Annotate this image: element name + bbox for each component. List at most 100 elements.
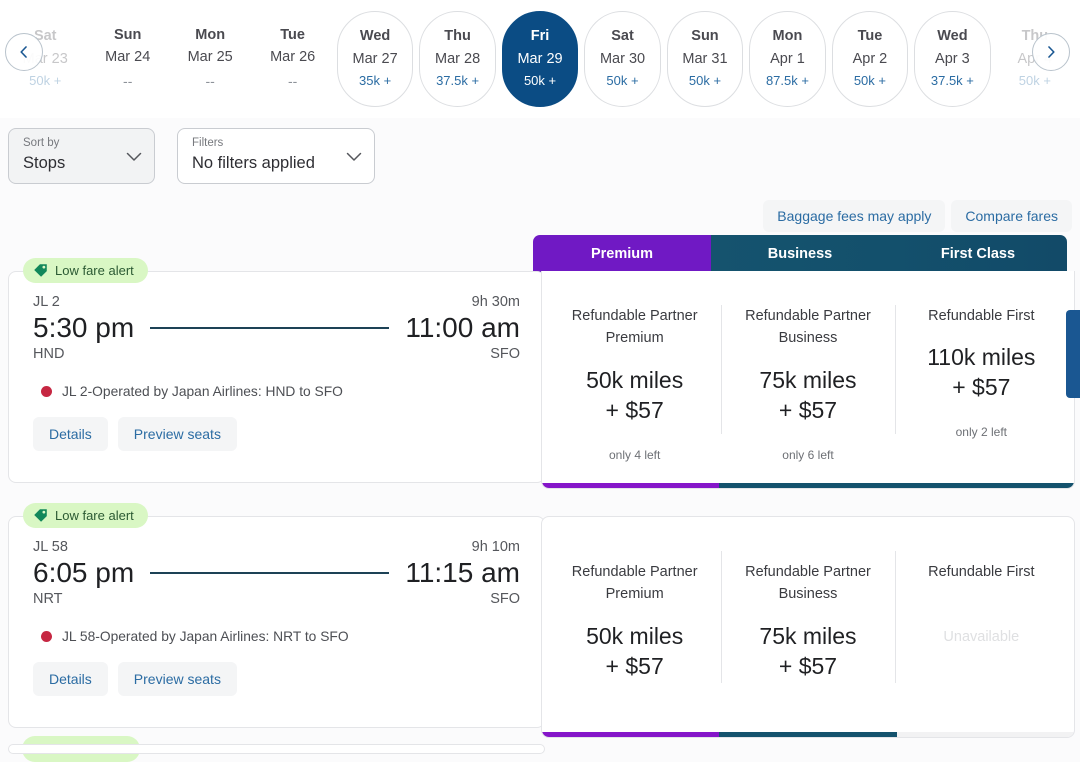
fare-option-business[interactable]: Refundable Partner Business 75k miles + $5… xyxy=(721,517,894,725)
date-strip: Sat Mar 23 50k + Sun Mar 24 -- Mon Mar 25 -- Tue M… xyxy=(0,0,1080,118)
seats-left: only 4 left xyxy=(608,447,661,462)
fare-unavailable-label: Unavailable xyxy=(943,629,1020,646)
operated-by-text: JL 58-Operated by Japan Airlines: NRT to… xyxy=(62,629,349,644)
fare-accent-bar xyxy=(542,483,1074,488)
controls-row: Sort by Stops Filters No filters applied xyxy=(0,118,1080,184)
baggage-fees-link[interactable]: Baggage fees may apply xyxy=(763,200,946,232)
date-pill-price: 37.5k + xyxy=(930,73,974,89)
fare-price: 75k miles + $57 xyxy=(759,366,856,426)
fare-accent-bar-business xyxy=(719,483,897,488)
preview-seats-button[interactable]: Preview seats xyxy=(117,417,237,451)
airline-logo-icon xyxy=(41,386,52,397)
date-pill-mar-29[interactable]: Fri Mar 29 50k + xyxy=(501,11,579,107)
chevron-down-icon xyxy=(126,149,142,167)
fare-name: Refundable Partner Premium xyxy=(571,308,698,347)
fare-name: Refundable Partner Business xyxy=(745,564,871,603)
price-tag-icon xyxy=(34,509,47,522)
fare-accent-bar xyxy=(542,732,1074,737)
date-pill-mar-30[interactable]: Sat Mar 30 50k + xyxy=(584,11,661,107)
preview-seats-button[interactable]: Preview seats xyxy=(117,662,237,696)
compare-fares-link[interactable]: Compare fares xyxy=(951,200,1072,232)
fare-price-line: 75k miles xyxy=(759,366,857,393)
date-pill-date: Mar 28 xyxy=(435,50,481,67)
date-pill-mar-31[interactable]: Sun Mar 31 50k + xyxy=(666,11,744,107)
fare-option-premium[interactable]: Refundable Partner Premium 50k miles + $57… xyxy=(548,271,721,476)
date-pill-apr-3[interactable]: Wed Apr 3 37.5k + xyxy=(914,11,991,107)
sort-by-label: Sort by xyxy=(23,137,60,149)
flight-number: JL 58 xyxy=(33,539,68,555)
date-pill-date: Mar 26 xyxy=(270,49,316,66)
flight-times: 5:30 pm 11:00 am xyxy=(33,312,520,344)
date-pill-mar-24[interactable]: Sun Mar 24 -- xyxy=(89,11,165,107)
flight-duration: 9h 30m xyxy=(471,294,520,310)
filters-value: No filters applied xyxy=(192,153,315,172)
operated-by-text: JL 2-Operated by Japan Airlines: HND to … xyxy=(62,384,343,399)
flight-header-line: JL 2 9h 30m xyxy=(33,294,520,310)
fare-options-row: Refundable Partner Premium 50k miles + $57… xyxy=(542,517,1074,737)
date-pill-price: 50k + xyxy=(606,73,639,89)
fare-price: 50k miles + $57 xyxy=(586,366,683,426)
date-pill-dow: Wed xyxy=(359,28,391,45)
flight-airports: NRT SFO xyxy=(33,591,520,607)
fare-name: Refundable Partner Business xyxy=(745,308,871,347)
date-pill-dow: Fri xyxy=(530,28,550,45)
date-pill-date: Mar 30 xyxy=(599,50,646,67)
feedback-tab[interactable] xyxy=(1066,310,1080,398)
arrive-time: 11:15 am xyxy=(405,557,520,588)
tab-business[interactable]: Business xyxy=(711,235,889,272)
fare-accent-bar-first xyxy=(896,483,1074,488)
chevron-down-icon xyxy=(346,149,362,167)
tab-premium[interactable]: Premium xyxy=(533,235,711,272)
fare-price-line: 50k miles xyxy=(586,366,684,393)
info-links-row: Baggage fees may apply Compare fares xyxy=(0,184,1080,232)
tab-first-class[interactable]: First Class xyxy=(889,235,1067,272)
origin-airport: HND xyxy=(33,346,65,362)
fare-price: 75k miles + $57 xyxy=(759,622,856,682)
sort-by-value: Stops xyxy=(23,153,66,172)
fare-option-premium[interactable]: Refundable Partner Premium 50k miles + $57 xyxy=(548,517,721,725)
date-pill-date: Apr 2 xyxy=(852,50,888,67)
arrive-time: 11:00 am xyxy=(405,312,520,343)
depart-time: 6:05 pm xyxy=(33,557,135,588)
date-pill-apr-1[interactable]: Mon Apr 1 87.5k + xyxy=(749,11,826,107)
date-pill-dow: Sun xyxy=(691,28,719,45)
previous-dates-button[interactable] xyxy=(5,33,43,71)
date-pill-mar-28[interactable]: Thu Mar 28 37.5k + xyxy=(419,11,496,107)
seats-left: only 6 left xyxy=(782,447,834,462)
low-fare-alert-badge: Low fare alert xyxy=(23,258,148,283)
fare-price: 50k miles + $57 xyxy=(586,622,683,682)
date-pill-mar-25[interactable]: Mon Mar 25 -- xyxy=(172,11,248,107)
date-pill-dow: Thu xyxy=(444,28,471,45)
fare-options-card: Refundable Partner Premium 50k miles + $57… xyxy=(541,516,1075,738)
filters-select[interactable]: Filters No filters applied xyxy=(177,128,375,184)
details-button[interactable]: Details xyxy=(33,662,108,696)
flight-row: Low fare alert JL 2 9h 30m 5:30 pm 11:00 am H… xyxy=(0,258,1080,489)
fare-option-first[interactable]: Refundable First 110k miles + $57 only 2 le… xyxy=(894,271,1068,476)
date-pill-date: Mar 25 xyxy=(187,49,233,66)
fare-name: Refundable First xyxy=(928,564,1035,580)
airline-logo-icon xyxy=(41,631,52,642)
fare-accent-bar-premium xyxy=(542,732,720,737)
sort-by-select[interactable]: Sort by Stops xyxy=(8,128,155,184)
date-pill-date: Mar 24 xyxy=(105,49,151,66)
date-pill-price: 50k + xyxy=(853,73,886,89)
date-pill-mar-27[interactable]: Wed Mar 27 35k + xyxy=(336,11,414,107)
fare-price-line: + $57 xyxy=(605,652,664,679)
flight-number: JL 2 xyxy=(33,294,60,310)
next-dates-button[interactable] xyxy=(1032,33,1070,71)
date-pill-price: 35k + xyxy=(359,73,392,89)
flight-path-line xyxy=(150,572,390,574)
date-pill-list: Sat Mar 23 50k + Sun Mar 24 -- Mon Mar 25 -- Tue M… xyxy=(0,11,1080,107)
date-pill-apr-2[interactable]: Tue Apr 2 50k + xyxy=(831,11,909,107)
fare-price-line: + $57 xyxy=(778,396,838,423)
date-pill-date: Mar 27 xyxy=(352,50,398,67)
low-fare-alert-label: Low fare alert xyxy=(55,508,134,523)
flight-header-line: JL 58 9h 10m xyxy=(33,539,520,555)
date-pill-mar-26[interactable]: Tue Mar 26 -- xyxy=(254,11,330,107)
fare-name: Refundable Partner Premium xyxy=(571,564,698,603)
flight-path-line xyxy=(150,327,390,329)
fare-option-business[interactable]: Refundable Partner Business 75k miles + $5… xyxy=(721,271,894,476)
details-button[interactable]: Details xyxy=(33,417,108,451)
date-pill-price: -- xyxy=(287,72,298,89)
fare-accent-bar-premium xyxy=(542,483,720,488)
